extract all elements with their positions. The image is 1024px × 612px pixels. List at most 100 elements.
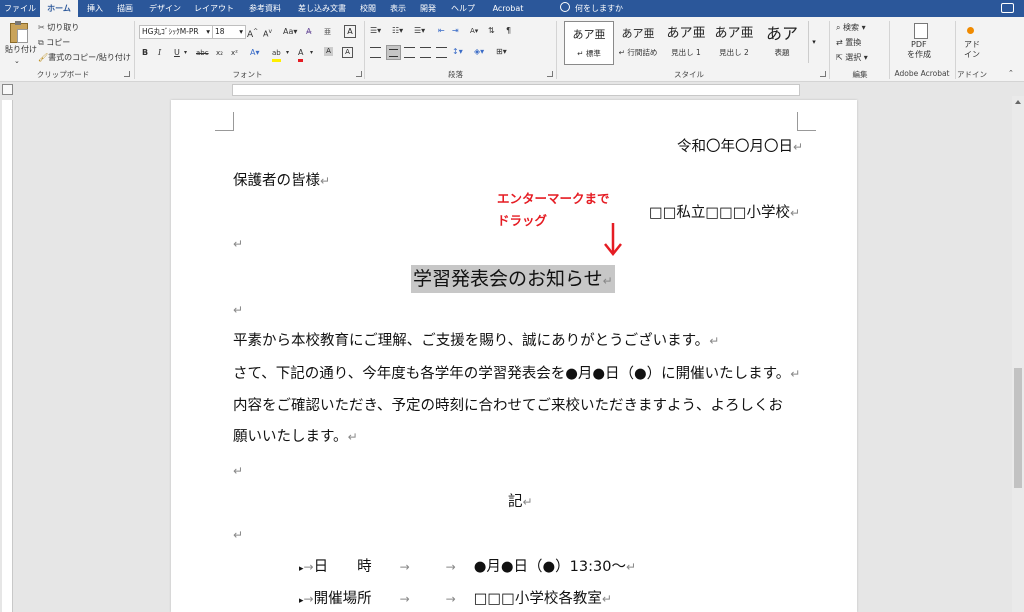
bullets-icon[interactable]: ☰▾ [370, 25, 381, 37]
tab-home[interactable]: ホーム [40, 0, 78, 17]
document-page[interactable]: 令和〇年〇月〇日↵ 保護者の皆様↵ □□私立□□□小学校↵ ↵ 学習発表会のお知… [171, 100, 857, 612]
char-shading-icon[interactable]: A [324, 47, 333, 56]
align-right-icon[interactable] [404, 47, 415, 58]
chevron-down-icon[interactable]: ▾ [184, 47, 187, 59]
list-item[interactable]: ▸→開催場所 → → □□□小学校各教室↵ [299, 589, 612, 611]
font-color-icon[interactable]: A [298, 47, 304, 62]
body-line[interactable]: 願いいたします。↵ [233, 427, 358, 447]
strikethrough-icon[interactable]: abc [196, 47, 209, 59]
tab-selector-icon[interactable] [2, 84, 13, 95]
grow-font-icon[interactable]: A^ [247, 26, 258, 40]
underline-icon[interactable]: U [174, 47, 180, 59]
addins-label-1[interactable]: アド [964, 40, 980, 50]
tab-developer[interactable]: 開発 [416, 0, 440, 17]
body-line[interactable]: 内容をご確認いただき、予定の時刻に合わせてご来校いただきますよう、よろしくお [233, 396, 783, 416]
vertical-scrollbar[interactable] [1012, 96, 1024, 612]
subscript-icon[interactable]: x₂ [216, 47, 223, 59]
empty-line[interactable]: ↵ [233, 525, 243, 545]
styles-more-icon[interactable]: ▾ [808, 21, 819, 63]
create-pdf-label-1[interactable]: PDF [911, 40, 927, 50]
cut-button[interactable]: ✂ 切り取り [38, 22, 79, 34]
style-no-spacing[interactable]: あア亜 ↵ 行間詰め [614, 21, 662, 63]
show-marks-icon[interactable]: ¶ [506, 25, 511, 37]
title-selection[interactable]: 学習発表会のお知らせ↵ [411, 265, 615, 293]
numbering-icon[interactable]: ☷▾ [392, 25, 403, 37]
style-heading-2[interactable]: あア亜 見出し 2 [710, 21, 758, 63]
format-painter-button[interactable]: 🖌書式のコピー/貼り付け [38, 52, 131, 64]
phonetic-guide-icon[interactable]: 亜 [324, 26, 331, 38]
superscript-icon[interactable]: x² [231, 47, 238, 59]
chevron-down-icon[interactable]: ▾ [286, 47, 289, 59]
scrollbar-thumb[interactable] [1014, 368, 1022, 488]
enclose-char-icon[interactable]: A [344, 25, 356, 38]
text-effects-icon[interactable]: A▾ [250, 47, 260, 59]
body-line[interactable]: 平素から本校教育にご理解、ご支援を賜り、誠にありがとうございます。↵ [233, 331, 719, 351]
vertical-ruler[interactable] [2, 100, 13, 612]
tab-acrobat[interactable]: Acrobat [486, 0, 530, 17]
shrink-font-icon[interactable]: Av [263, 26, 272, 39]
asian-layout-icon[interactable]: A▾ [470, 25, 478, 37]
chevron-down-icon[interactable]: ▾ [310, 47, 313, 59]
collapse-ribbon-icon[interactable]: ⌃ [1008, 67, 1014, 79]
replace-button[interactable]: ⇄ 置換 [836, 37, 861, 49]
select-button[interactable]: ⇱ 選択 ▾ [836, 52, 868, 64]
horizontal-ruler[interactable] [0, 82, 1024, 96]
tab-file[interactable]: ファイル [4, 0, 36, 17]
sort-icon[interactable]: ⇅ [488, 25, 495, 37]
tab-references[interactable]: 参考資料 [242, 0, 288, 17]
addins-label-2[interactable]: イン [964, 50, 980, 60]
char-border-icon[interactable]: A [342, 47, 353, 58]
line-spacing-icon[interactable]: ↕▾ [452, 46, 463, 58]
increase-indent-icon[interactable]: ⇥ [452, 25, 459, 37]
highlight-icon[interactable]: ab [272, 47, 281, 62]
recipient-line[interactable]: 保護者の皆様↵ [233, 171, 330, 191]
tab-mailings[interactable]: 差し込み文書 [294, 0, 350, 17]
sender-line[interactable]: □□私立□□□小学校↵ [649, 203, 800, 223]
paste-icon[interactable] [10, 21, 28, 43]
body-line[interactable]: さて、下記の通り、今年度も各学年の学習発表会を●月●日（●）に開催いたします。↵ [233, 364, 800, 384]
paragraph-launcher-icon[interactable] [547, 71, 553, 77]
clear-format-icon[interactable]: A̶ [306, 26, 311, 38]
ki-line[interactable]: 記↵ [508, 492, 533, 512]
font-name-combobox[interactable]: HG丸ｺﾞｼｯｸM-PR ▾ [139, 25, 213, 39]
create-pdf-icon[interactable] [914, 23, 928, 39]
style-title[interactable]: あア 表題 [758, 21, 806, 63]
bold-icon[interactable]: B [142, 47, 148, 59]
tell-me-search[interactable]: 何をしますか [560, 0, 623, 17]
list-item[interactable]: ▸→日 時 → → ●月●日（●）13:30～↵ [299, 557, 636, 579]
multilevel-list-icon[interactable]: ☰▾ [414, 25, 425, 37]
tab-review[interactable]: 校閲 [356, 0, 380, 17]
style-heading-1[interactable]: あア亜 見出し 1 [662, 21, 710, 63]
empty-line[interactable]: ↵ [233, 234, 243, 254]
tab-insert[interactable]: 挿入 [82, 0, 108, 17]
font-size-combobox[interactable]: 18 ▾ [212, 25, 246, 39]
empty-line[interactable]: ↵ [233, 461, 243, 481]
tab-layout[interactable]: レイアウト [192, 0, 236, 17]
style-normal[interactable]: あア亜 ↵ 標準 [564, 21, 614, 65]
tab-draw[interactable]: 描画 [112, 0, 138, 17]
comments-icon[interactable] [1001, 3, 1014, 13]
paste-dropdown-icon[interactable]: ⌄ [14, 55, 20, 67]
copy-button[interactable]: ⧉ コピー [38, 37, 70, 49]
find-button[interactable]: ⌕ 検索 ▾ [836, 22, 866, 34]
date-line[interactable]: 令和〇年〇月〇日↵ [677, 137, 803, 157]
font-launcher-icon[interactable] [356, 71, 362, 77]
decrease-indent-icon[interactable]: ⇤ [438, 25, 445, 37]
distributed-icon[interactable] [436, 47, 447, 58]
shading-icon[interactable]: ◈▾ [474, 46, 484, 58]
justify-icon[interactable] [420, 47, 431, 58]
align-center-icon[interactable] [386, 45, 401, 60]
addins-icon[interactable] [967, 27, 974, 34]
change-case-button[interactable]: Aa▾ [283, 26, 297, 38]
tab-help[interactable]: ヘルプ [446, 0, 480, 17]
scroll-up-icon[interactable] [1015, 100, 1021, 104]
empty-line[interactable]: ↵ [233, 300, 243, 320]
create-pdf-label-2[interactable]: を作成 [907, 50, 931, 60]
paste-button[interactable]: 貼り付け [5, 44, 37, 56]
tab-view[interactable]: 表示 [386, 0, 410, 17]
align-left-icon[interactable] [370, 47, 381, 58]
clipboard-launcher-icon[interactable] [124, 71, 130, 77]
tab-design[interactable]: デザイン [144, 0, 186, 17]
borders-icon[interactable]: ⊞▾ [496, 46, 507, 58]
italic-icon[interactable]: I [158, 47, 161, 59]
